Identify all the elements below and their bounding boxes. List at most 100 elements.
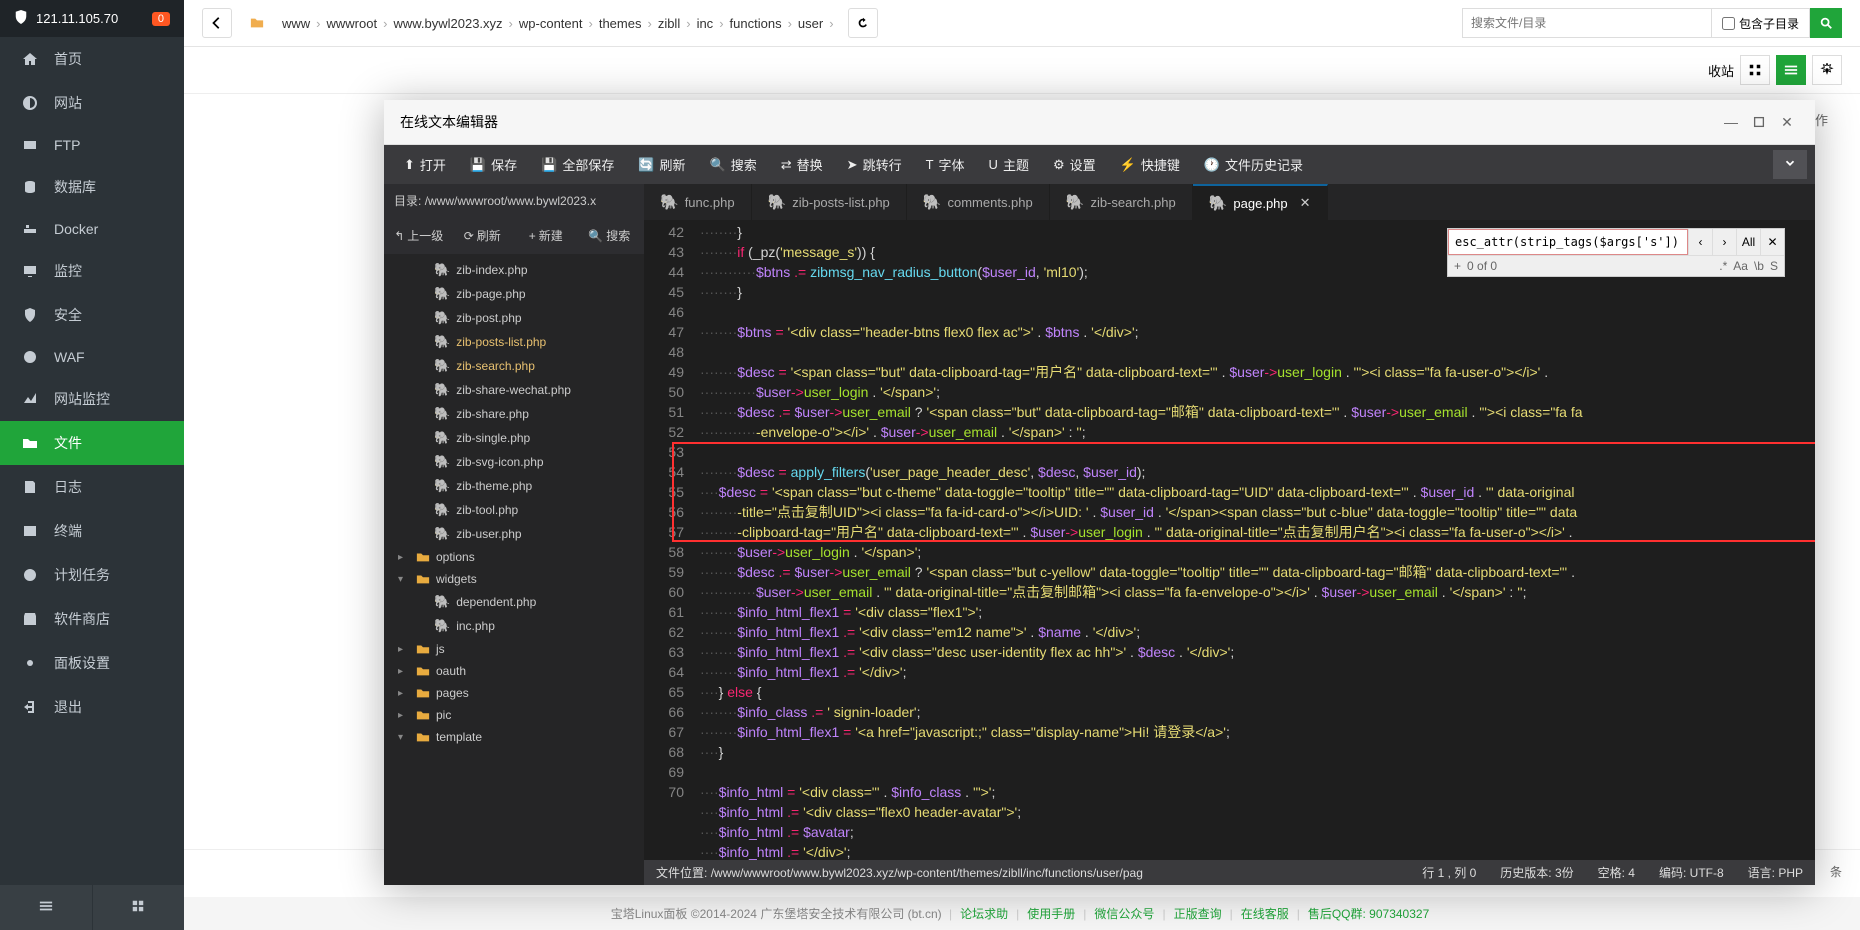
tree-file[interactable]: 🐘zib-user.php [384,522,644,546]
toolbar-keys-button[interactable]: ⚡快捷键 [1108,149,1192,180]
tree-folder[interactable]: ▾widgets [384,568,644,590]
sidebar-item-db[interactable]: 数据库 [0,165,184,209]
find-next-button[interactable]: › [1712,229,1736,255]
sidebar-item-folder[interactable]: 文件 [0,421,184,465]
toolbar-font-button[interactable]: T字体 [914,149,977,180]
find-close-button[interactable]: ✕ [1760,229,1784,255]
tree-file[interactable]: 🐘inc.php [384,614,644,638]
toolbar-replace-button[interactable]: ⇄替换 [769,149,835,180]
toolbar-refresh-button[interactable]: 🔄刷新 [626,149,697,180]
editor-tab[interactable]: 🐘zib-search.php [1050,184,1193,220]
code-editor[interactable]: 4243444546474849505152535455565758596061… [644,220,1815,860]
sidebar-item-log[interactable]: 日志 [0,465,184,509]
tree-folder[interactable]: ▾template [384,726,644,748]
breadcrumb-segment[interactable]: www.bywl2023.xyz [387,12,508,35]
status-encoding[interactable]: 编码: UTF-8 [1659,864,1724,881]
breadcrumb-segment[interactable]: inc [691,12,720,35]
footer-link[interactable]: 在线客服 [1241,907,1289,921]
editor-tab[interactable]: 🐘func.php [644,184,752,220]
toolbar-theme-button[interactable]: U主题 [977,149,1041,180]
settings-view-button[interactable] [1812,55,1842,85]
find-prev-button[interactable]: ‹ [1688,229,1712,255]
tree-file[interactable]: 🐘zib-post.php [384,306,644,330]
status-history[interactable]: 历史版本: 3份 [1500,864,1573,881]
toolbar-save-button[interactable]: 💾保存 [458,149,529,180]
sidebar-item-monitor[interactable]: 监控 [0,249,184,293]
find-word-toggle[interactable]: \b [1754,259,1764,273]
search-input[interactable] [1462,8,1712,38]
tree-folder[interactable]: ▸pages [384,682,644,704]
sidebar-item-ftp[interactable]: FTP [0,125,184,165]
breadcrumb-segment[interactable]: functions [724,12,788,35]
sidebar-item-home[interactable]: 首页 [0,37,184,81]
breadcrumb-segment[interactable]: www [276,12,316,35]
tree-file[interactable]: 🐘zib-single.php [384,426,644,450]
sidebar-item-logout[interactable]: 退出 [0,685,184,729]
code-content[interactable]: ········}········if (_pz('message_s')) {… [692,220,1815,860]
find-sel-toggle[interactable]: S [1770,259,1778,273]
tree-folder[interactable]: ▸pic [384,704,644,726]
breadcrumb-segment[interactable]: zibll [652,12,686,35]
sidebar-item-settings[interactable]: 面板设置 [0,641,184,685]
toolbar-goto-button[interactable]: ➤跳转行 [835,149,914,180]
find-input[interactable] [1448,229,1688,255]
footer-link[interactable]: 论坛求助 [960,907,1008,921]
footer-link[interactable]: 微信公众号 [1094,907,1154,921]
collapse-sidebar-button[interactable] [0,885,92,930]
tree-file[interactable]: 🐘zib-share-wechat.php [384,378,644,402]
sidebar-item-terminal[interactable]: 终端 [0,509,184,553]
close-icon[interactable]: ✕ [1775,110,1799,134]
footer-link[interactable]: 正版查询 [1174,907,1222,921]
search-go-button[interactable] [1810,8,1842,38]
find-plus[interactable]: + [1454,259,1461,273]
tree-file[interactable]: 🐘zib-theme.php [384,474,644,498]
tree-file[interactable]: 🐘zib-svg-icon.php [384,450,644,474]
tree-file[interactable]: 🐘zib-share.php [384,402,644,426]
editor-tab[interactable]: 🐘comments.php [907,184,1050,220]
find-regex-toggle[interactable]: .* [1719,259,1727,273]
toolbar-search-button[interactable]: 🔍搜索 [698,149,769,180]
find-all-button[interactable]: All [1736,229,1760,255]
minimize-icon[interactable]: — [1719,110,1743,134]
back-button[interactable] [202,8,232,38]
sidebar-more-button[interactable] [92,885,185,930]
tree-file[interactable]: 🐘zib-index.php [384,258,644,282]
sidebar-item-cron[interactable]: 计划任务 [0,553,184,597]
breadcrumb-segment[interactable]: user [792,12,829,35]
toolbar-gear-button[interactable]: ⚙设置 [1041,149,1108,180]
status-position[interactable]: 行 1 , 列 0 [1422,864,1476,881]
list-view-button[interactable] [1776,55,1806,85]
maximize-icon[interactable] [1747,110,1771,134]
find-case-toggle[interactable]: Aa [1733,259,1748,273]
tree-file[interactable]: 🐘zib-page.php [384,282,644,306]
tree-folder[interactable]: ▸js [384,638,644,660]
dialog-titlebar[interactable]: 在线文本编辑器 — ✕ [384,100,1815,145]
sidebar-item-store[interactable]: 软件商店 [0,597,184,641]
footer-link[interactable]: 使用手册 [1027,907,1075,921]
sidebar-item-shield[interactable]: 安全 [0,293,184,337]
refresh-button[interactable] [848,8,878,38]
toolbar-open-button[interactable]: ⬆打开 [392,149,458,180]
breadcrumb-segment[interactable]: themes [593,12,648,35]
toolbar-history-button[interactable]: 🕐文件历史记录 [1192,149,1315,180]
footer-link[interactable]: 售后QQ群: 907340327 [1308,907,1429,921]
sidebar-item-docker[interactable]: Docker [0,209,184,249]
recycle-label[interactable]: 收站 [1708,61,1734,80]
breadcrumb-segment[interactable]: wwwroot [321,12,384,35]
toolbar-saveall-button[interactable]: 💾全部保存 [529,149,626,180]
tree-folder[interactable]: ▸options [384,546,644,568]
sidebar-item-sitewatch[interactable]: 网站监控 [0,377,184,421]
tree-file[interactable]: 🐘zib-tool.php [384,498,644,522]
status-language[interactable]: 语言: PHP [1748,864,1803,881]
tree-folder[interactable]: ▸oauth [384,660,644,682]
sidebar-item-globe[interactable]: 网站 [0,81,184,125]
tree-tool-refresh[interactable]: ⟳刷新 [452,223,514,248]
tree-file[interactable]: 🐘zib-posts-list.php [384,330,644,354]
status-spaces[interactable]: 空格: 4 [1598,864,1635,881]
tree-tool-search[interactable]: 🔍搜索 [579,223,641,248]
expand-button[interactable] [1773,150,1807,179]
tree-file[interactable]: 🐘zib-search.php [384,354,644,378]
tree-tool-up[interactable]: ↰上一级 [388,223,450,248]
breadcrumb-segment[interactable]: wp-content [513,12,589,35]
sidebar-item-waf[interactable]: WAF [0,337,184,377]
